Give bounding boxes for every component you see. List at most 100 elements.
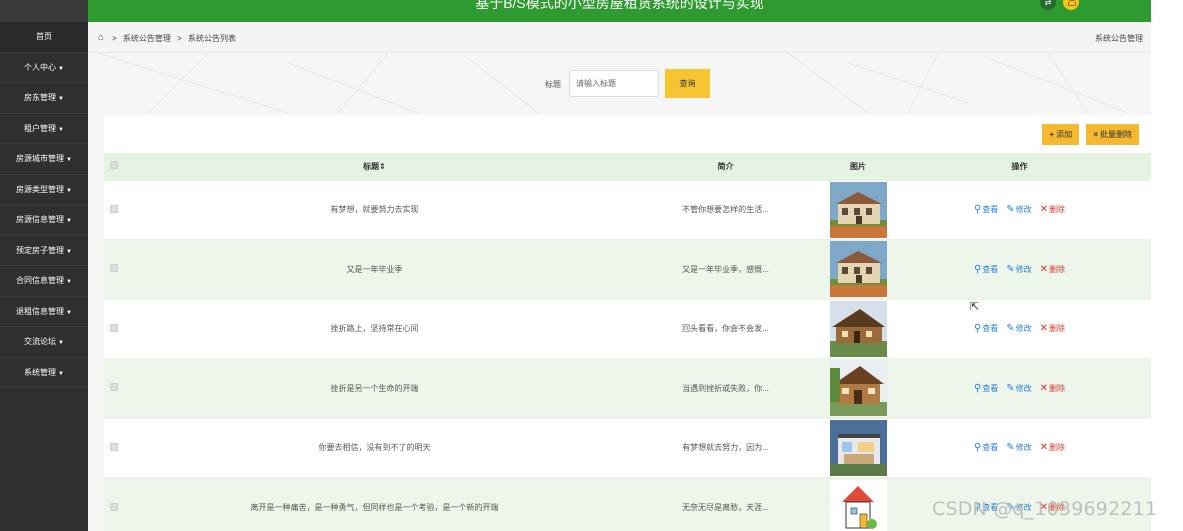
row-checkbox[interactable] xyxy=(110,442,118,451)
view-label: 查看 xyxy=(982,205,999,215)
table-row: 又是一年毕业季 又是一年毕业季，感慨... ⚲查看 ✎修改 ✕删除 xyxy=(104,239,1151,299)
row-checkbox[interactable] xyxy=(110,204,118,213)
sidebar-item-10[interactable]: 交流论坛 ▼ xyxy=(0,327,88,358)
row-intro: 有梦想就去努力，因为... xyxy=(623,417,828,478)
home-icon[interactable]: ⌂ xyxy=(98,32,104,43)
edit-button[interactable]: ✎修改 xyxy=(1006,264,1031,275)
sidebar-item-7[interactable]: 预定房子管理 ▼ xyxy=(0,236,88,266)
edit-button[interactable]: ✎修改 xyxy=(1006,383,1031,394)
sidebar-item-3[interactable]: 租户管理 ▼ xyxy=(0,114,88,144)
top-header: 基于B/S模式的小型房屋租赁系统的设计与实现 ⇄ xyxy=(88,0,1151,22)
caret-down-icon: ▼ xyxy=(58,126,64,133)
breadcrumb-separator: > xyxy=(177,34,182,43)
row-select-cell xyxy=(104,239,126,299)
x-icon: ✕ xyxy=(1039,442,1049,454)
sidebar-item-8[interactable]: 合同信息管理 ▼ xyxy=(0,266,88,297)
view-button[interactable]: ⚲查看 xyxy=(974,323,998,334)
row-checkbox[interactable] xyxy=(110,502,118,511)
edit-label: 修改 xyxy=(1015,443,1032,453)
batch-delete-button[interactable]: × 批量删除 xyxy=(1086,124,1139,145)
delete-button[interactable]: ✕删除 xyxy=(1040,264,1065,275)
sidebar-item-9[interactable]: 退租信息管理 ▼ xyxy=(0,297,88,327)
caret-down-icon: ▼ xyxy=(66,187,72,194)
view-button[interactable]: ⚲查看 xyxy=(974,264,998,275)
row-ops: ⚲查看 ✎修改 ✕删除 xyxy=(888,298,1151,359)
view-button[interactable]: ⚲查看 xyxy=(974,442,998,453)
sidebar-item-label: 预定房子管理 xyxy=(16,245,65,255)
select-all-checkbox[interactable] xyxy=(110,161,118,170)
row-select-cell xyxy=(104,298,126,359)
sidebar-item-11[interactable]: 系统管理 ▼ xyxy=(0,358,88,388)
row-select-cell xyxy=(104,417,126,478)
delete-button[interactable]: ✕删除 xyxy=(1040,204,1065,215)
batch-delete-button-label: 批量删除 xyxy=(1100,130,1132,139)
edit-button[interactable]: ✎修改 xyxy=(1006,442,1031,453)
table-row: 你要去相信，没有到不了的明天 有梦想就去努力，因为... ⚲查看 ✎修改 ✕删除 xyxy=(104,417,1151,478)
row-image-cell xyxy=(828,417,888,478)
view-label: 查看 xyxy=(982,383,999,393)
exchange-icon[interactable]: ⇄ xyxy=(1040,0,1056,10)
x-icon: ✕ xyxy=(1039,204,1049,216)
sidebar-item-label: 租户管理 xyxy=(24,123,57,133)
row-checkbox[interactable] xyxy=(110,323,118,332)
x-icon: × xyxy=(1093,130,1098,139)
app-title: 基于B/S模式的小型房屋租赁系统的设计与实现 xyxy=(475,0,764,11)
search-bar: 标题 查询 xyxy=(88,69,1151,98)
sidebar-brand xyxy=(0,0,88,22)
announcement-table: 标题⇕ 简介 图片 操作 有梦想，就要努力去实现 不管你想要怎样的生活... ⚲查看… xyxy=(104,153,1151,531)
caret-down-icon: ▼ xyxy=(58,96,64,102)
row-ops: ⚲查看 ✎修改 ✕删除 xyxy=(888,239,1151,299)
sidebar-item-label: 系统管理 xyxy=(24,367,57,377)
row-title: 挫折路上，坚持常在心间 xyxy=(126,298,623,359)
view-label: 查看 xyxy=(982,443,999,453)
sidebar-item-0[interactable]: 首页 xyxy=(0,22,88,53)
x-icon: ✕ xyxy=(1039,263,1049,275)
breadcrumb: ⌂ > 系统公告管理 > 系统公告列表 系统公告管理 xyxy=(88,22,1151,53)
pencil-icon: ✎ xyxy=(1006,442,1015,454)
x-icon: ✕ xyxy=(1039,382,1049,394)
main-content: 标题 查询 +添加 ×批量删除 标题⇕ 简介 图片 操作 有梦想，就要努力去实现… xyxy=(88,53,1151,531)
query-button[interactable]: 查询 xyxy=(665,69,710,98)
delete-label: 删除 xyxy=(1049,205,1066,215)
sidebar-item-4[interactable]: 房源城市管理 ▼ xyxy=(0,144,88,175)
house-thumbnail-cartoon-house xyxy=(829,479,887,531)
row-ops: ⚲查看 ✎修改 ✕删除 xyxy=(888,417,1151,478)
row-ops: ⚲查看 ✎修改 ✕删除 xyxy=(888,179,1151,240)
sidebar-item-label: 交流论坛 xyxy=(24,337,57,346)
sidebar-item-1[interactable]: 个人中心 ▼ xyxy=(0,53,88,83)
row-image-cell xyxy=(828,239,888,299)
table-header-row: 标题⇕ 简介 图片 操作 xyxy=(104,153,1151,180)
house-thumbnail-villa xyxy=(829,181,887,238)
view-button[interactable]: ⚲查看 xyxy=(974,204,998,215)
row-checkbox[interactable] xyxy=(110,383,118,392)
add-button[interactable]: + 添加 xyxy=(1042,124,1080,145)
delete-label: 删除 xyxy=(1049,383,1066,393)
sidebar-item-5[interactable]: 房源类型管理 ▼ xyxy=(0,175,88,205)
search-icon: ⚲ xyxy=(973,263,982,275)
row-image-cell xyxy=(828,358,888,418)
column-header-title[interactable]: 标题⇕ xyxy=(126,153,623,180)
row-image-cell xyxy=(828,477,888,531)
sidebar-item-6[interactable]: 房源信息管理 ▼ xyxy=(0,205,88,236)
search-icon: ⚲ xyxy=(973,442,982,454)
add-button-label: 添加 xyxy=(1056,130,1073,139)
delete-button[interactable]: ✕删除 xyxy=(1040,442,1065,453)
edit-button[interactable]: ✎修改 xyxy=(1006,204,1031,215)
delete-button[interactable]: ✕删除 xyxy=(1040,323,1065,334)
plus-icon: + xyxy=(1049,130,1055,139)
edit-button[interactable]: ✎修改 xyxy=(1006,323,1031,334)
row-checkbox[interactable] xyxy=(110,264,118,273)
user-avatar-icon[interactable] xyxy=(1063,0,1079,10)
delete-button[interactable]: ✕删除 xyxy=(1040,383,1065,394)
row-intro: 回头看看，你会不会发... xyxy=(623,298,828,359)
pencil-icon: ✎ xyxy=(1006,204,1015,216)
view-button[interactable]: ⚲查看 xyxy=(974,383,998,394)
breadcrumb-item-1[interactable]: 系统公告管理 xyxy=(123,34,171,43)
caret-down-icon: ▼ xyxy=(58,340,64,346)
pencil-icon: ✎ xyxy=(1006,323,1015,335)
title-search-input[interactable] xyxy=(569,70,659,97)
x-icon: ✕ xyxy=(1039,323,1049,335)
sidebar-item-label: 首页 xyxy=(36,32,52,41)
sidebar-item-2[interactable]: 房东管理 ▼ xyxy=(0,83,88,114)
row-select-cell xyxy=(104,477,126,531)
